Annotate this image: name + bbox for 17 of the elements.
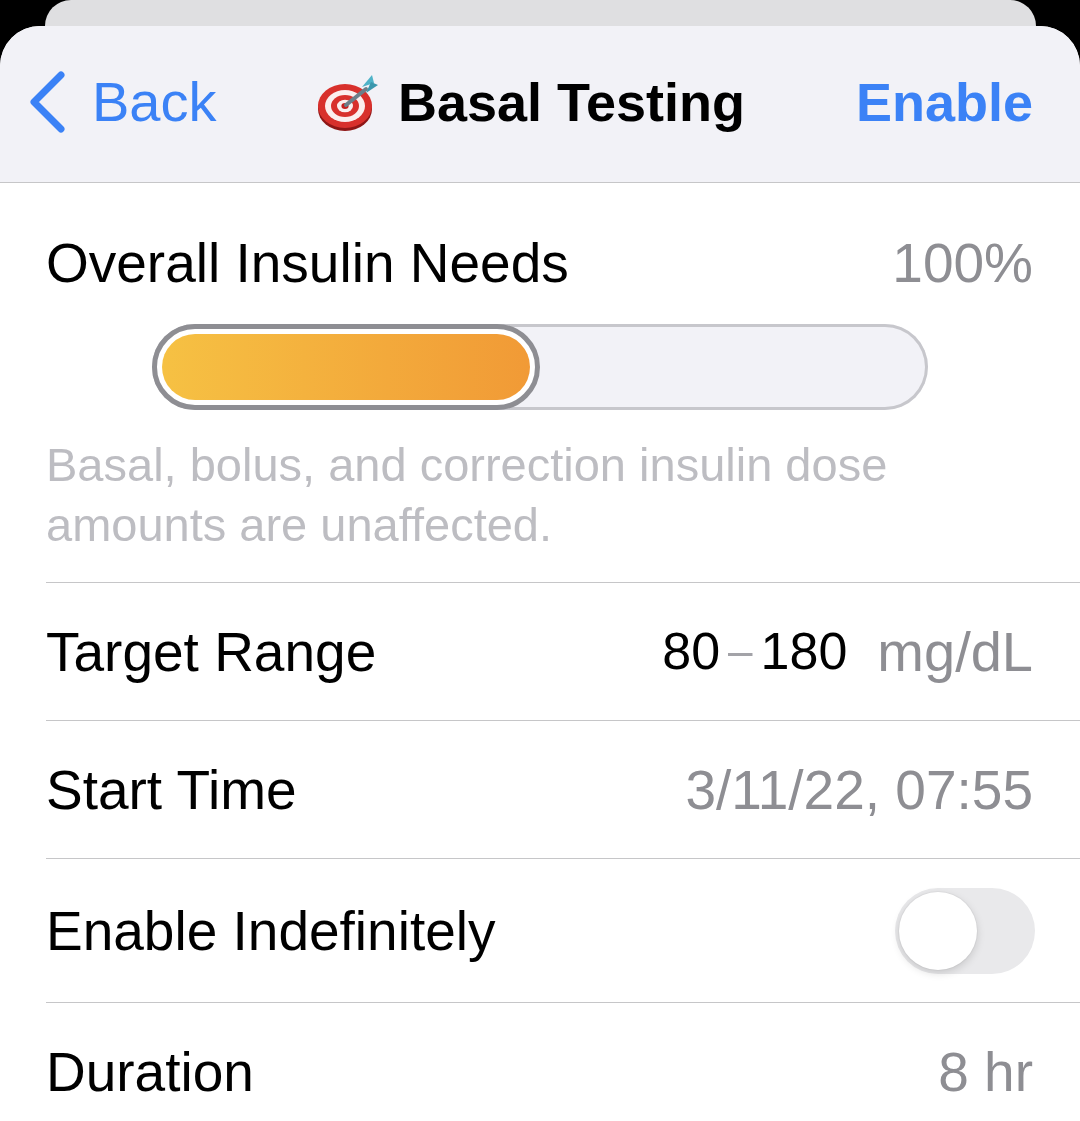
row-value: 100% (892, 231, 1033, 296)
screen-title: Basal Testing (397, 70, 746, 134)
row-label: Enable Indefinitely (46, 898, 496, 964)
row-value: 8 hr (938, 1039, 1033, 1105)
range-dash: – (728, 625, 753, 678)
row-label: Start Time (46, 757, 297, 823)
range-high-value: 180 (760, 621, 848, 683)
back-button[interactable]: Back (28, 69, 217, 135)
row-value: 3/11/22, 07:55 (685, 757, 1033, 823)
row-label: Overall Insulin Needs (46, 231, 569, 296)
footnote-text: Basal, bolus, and correction insulin dose amounts are unaffected. (46, 437, 889, 553)
row-label: Target Range (46, 619, 377, 685)
unit-label: mg/dL (877, 618, 1033, 685)
chevron-left-icon (28, 71, 66, 133)
row-label: Duration (46, 1039, 254, 1105)
enable-button[interactable]: Enable (855, 70, 1033, 134)
range-low-value: 80 (662, 621, 721, 683)
